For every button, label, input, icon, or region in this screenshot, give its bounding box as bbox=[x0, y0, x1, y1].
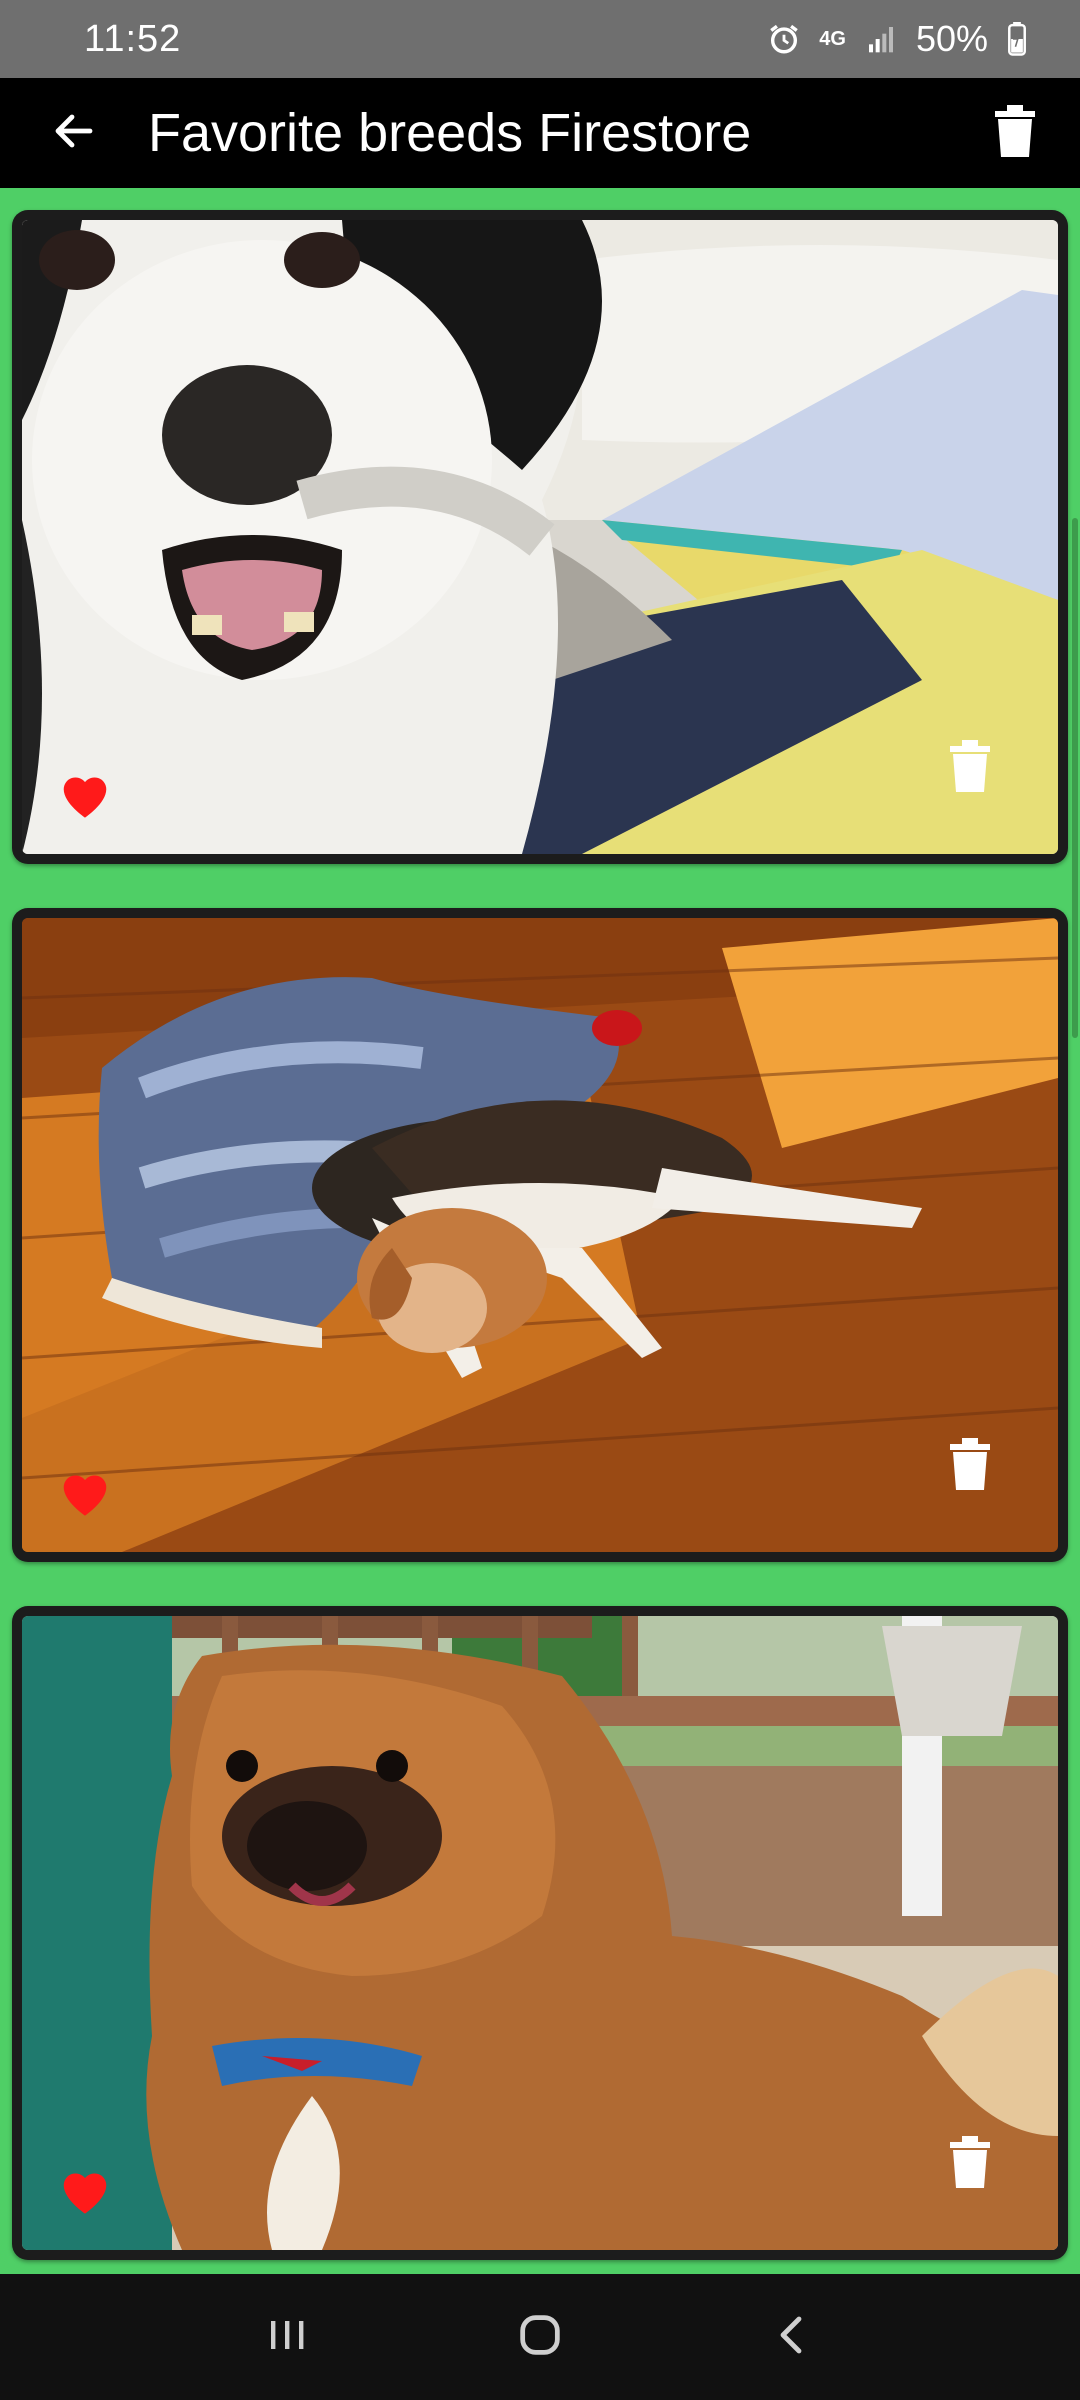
dog-photo bbox=[22, 1616, 1058, 2250]
trash-icon[interactable] bbox=[950, 2136, 990, 2188]
alarm-icon bbox=[767, 22, 801, 56]
battery-icon bbox=[1006, 22, 1028, 56]
page-title: Favorite breeds Firestore bbox=[148, 103, 752, 163]
navigation-bar bbox=[0, 2274, 1080, 2400]
favorite-card[interactable] bbox=[12, 908, 1068, 1562]
trash-icon bbox=[995, 104, 1035, 162]
network-type-label: 4G bbox=[819, 28, 846, 50]
dog-photo bbox=[22, 220, 1058, 854]
arrow-back-icon bbox=[50, 107, 98, 160]
status-time: 11:52 bbox=[84, 17, 182, 60]
battery-percent: 50% bbox=[915, 18, 988, 59]
home-icon bbox=[514, 2309, 566, 2366]
recents-button[interactable] bbox=[227, 2292, 347, 2382]
recents-icon bbox=[263, 2311, 311, 2364]
favorites-list[interactable] bbox=[0, 188, 1080, 2274]
heart-icon[interactable] bbox=[56, 1466, 114, 1518]
trash-icon[interactable] bbox=[950, 740, 990, 792]
status-icons: 4G 50% bbox=[767, 18, 1028, 60]
favorite-card[interactable] bbox=[12, 1606, 1068, 2260]
favorite-card[interactable] bbox=[12, 210, 1068, 864]
scrollbar[interactable] bbox=[1072, 518, 1078, 1038]
delete-all-button[interactable] bbox=[950, 78, 1080, 188]
status-bar: 11:52 4G 50% bbox=[0, 0, 1080, 78]
back-button[interactable] bbox=[0, 78, 148, 188]
nav-back-button[interactable] bbox=[733, 2292, 853, 2382]
dog-photo bbox=[22, 918, 1058, 1552]
heart-icon[interactable] bbox=[56, 768, 114, 820]
app-bar: Favorite breeds Firestore bbox=[0, 78, 1080, 188]
trash-icon[interactable] bbox=[950, 1438, 990, 1490]
heart-icon[interactable] bbox=[56, 2164, 114, 2216]
nav-back-icon bbox=[769, 2311, 817, 2364]
home-button[interactable] bbox=[480, 2292, 600, 2382]
signal-icon bbox=[864, 23, 898, 55]
